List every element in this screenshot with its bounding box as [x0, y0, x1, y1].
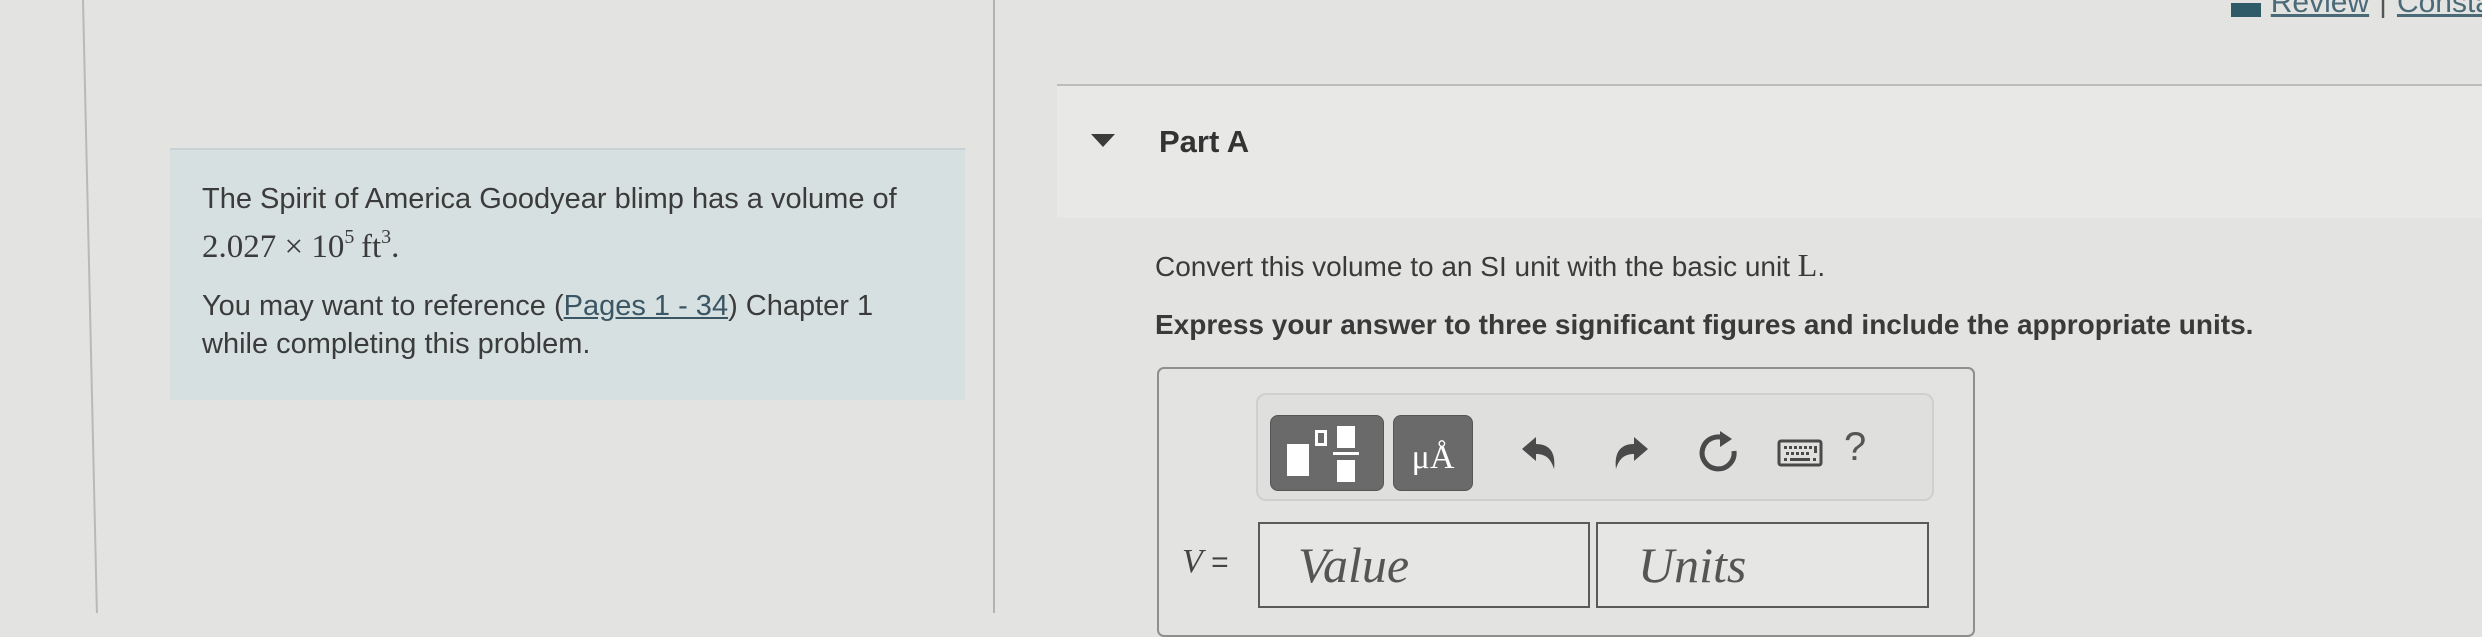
units-button[interactable]: μÅ	[1393, 415, 1473, 491]
answer-variable: V	[1182, 543, 1203, 580]
problem-intro-text: The Spirit of America Goodyear blimp has…	[202, 183, 897, 215]
column-divider	[993, 0, 995, 613]
volume-exponent: 5	[344, 226, 355, 248]
period: .	[391, 229, 400, 265]
volume-mantissa: 2.027 × 10	[202, 229, 345, 265]
instruction-unit: L	[1797, 247, 1818, 283]
constants-link[interactable]: Consta	[2397, 0, 2482, 20]
volume-unit: ft	[360, 229, 382, 265]
units-input[interactable]	[1596, 522, 1929, 608]
part-a-header[interactable]: Part A	[1057, 84, 2482, 218]
link-separator: |	[2379, 0, 2387, 19]
page-edge-line	[82, 0, 98, 613]
top-links: Review | Consta	[2230, 0, 2482, 20]
review-link[interactable]: Review	[2271, 0, 2369, 20]
reference-pages-link[interactable]: Pages 1 - 34	[564, 290, 728, 322]
answer-variable-label: V =	[1182, 543, 1229, 581]
part-title: Part A	[1159, 124, 1250, 159]
reference-prefix: You may want to reference (	[202, 290, 564, 322]
part-instruction: Convert this volume to an SI unit with t…	[1155, 247, 1825, 284]
review-icon	[2230, 3, 2261, 17]
redo-icon[interactable]	[1606, 429, 1654, 477]
instruction-period: .	[1817, 251, 1826, 282]
templates-button[interactable]	[1270, 415, 1384, 491]
undo-icon[interactable]	[1516, 429, 1564, 477]
keyboard-icon[interactable]	[1776, 429, 1824, 477]
value-input[interactable]	[1258, 522, 1590, 608]
problem-statement: The Spirit of America Goodyear blimp has…	[202, 180, 935, 267]
problem-intro-box: The Spirit of America Goodyear blimp has…	[170, 148, 965, 400]
instruction-text: Convert this volume to an SI unit with t…	[1155, 251, 1790, 282]
equals-sign: =	[1211, 546, 1229, 579]
triangle-down-icon[interactable]	[1091, 134, 1115, 147]
help-button[interactable]: ?	[1844, 425, 1866, 470]
reset-icon[interactable]	[1696, 429, 1744, 477]
reference-note: You may want to reference (Pages 1 - 34)…	[202, 287, 935, 363]
math-toolbar: μÅ ?	[1256, 393, 1934, 501]
volume-value: 2.027 × 105 ft3.	[202, 226, 400, 265]
answer-format-instruction: Express your answer to three significant…	[1155, 309, 2254, 340]
volume-unit-exponent: 3	[381, 226, 392, 248]
